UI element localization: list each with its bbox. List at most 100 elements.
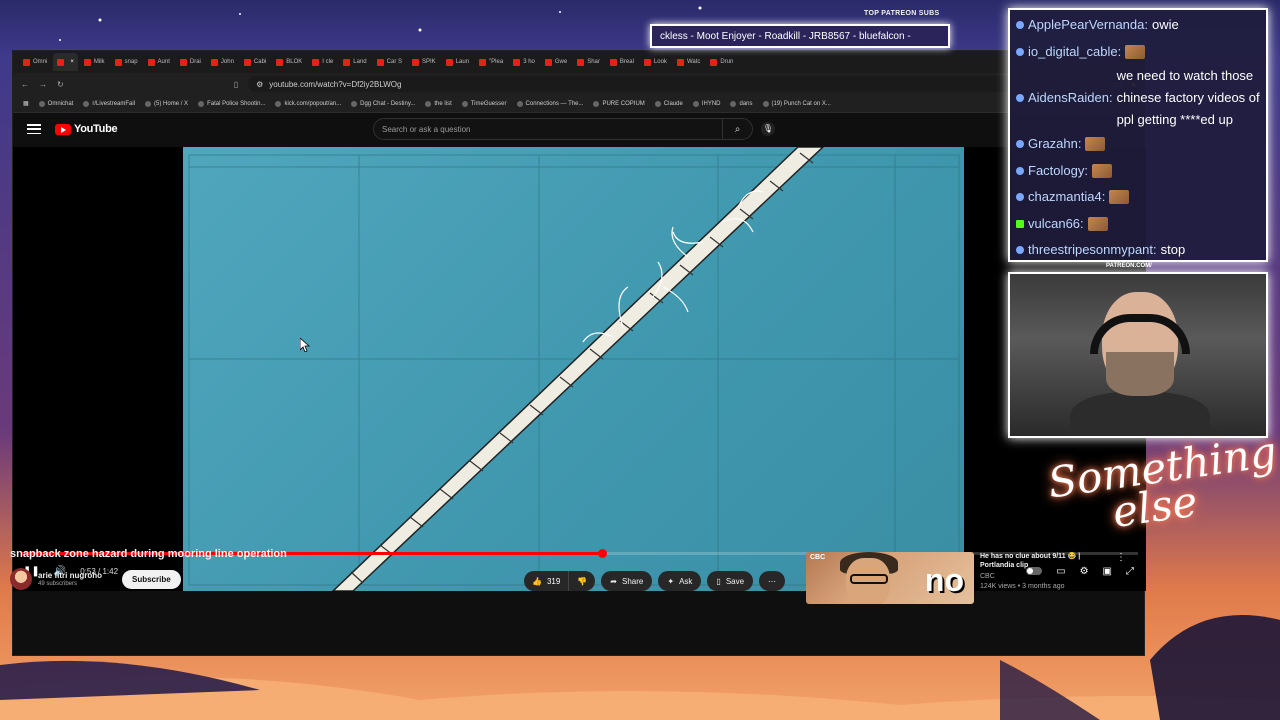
emote-icon [1091,163,1112,178]
youtube-logo[interactable]: YouTube [55,123,118,135]
bookmark-item[interactable]: IHYND [692,100,720,107]
site-info-icon[interactable]: ⚙ [256,80,263,89]
dislike-button[interactable]: 👎 [569,577,595,586]
bookmark-save-icon: ▯ [716,576,721,586]
browser-tab[interactable]: Gwe [541,53,571,71]
browser-tab[interactable]: Cabi [240,53,270,71]
browser-tab[interactable]: Milk [80,53,109,71]
bookmark-item[interactable]: Dgg Chat - Destiny... [351,100,415,107]
bookmark-label: r/LivestreamFail [92,100,136,107]
browser-tab[interactable]: Look [640,53,671,71]
tab-label: Gwe [554,59,568,65]
bookmark-item[interactable]: dans [730,100,753,107]
mic-icon[interactable]: 🎙 [761,122,775,136]
browser-tab[interactable]: × [53,53,78,71]
thumbs-up-icon: 👍 [532,576,542,586]
browser-tab[interactable]: "Plea [475,53,507,71]
recommended-video[interactable]: CBC no He has no clue about 9/11 😂 | Por… [806,552,1126,604]
browser-tab[interactable]: Aunt [144,53,174,71]
apps-icon[interactable]: ▦ [23,100,29,107]
browser-tab[interactable]: SPIK [408,53,440,71]
share-label: Share [622,576,644,586]
browser-tab[interactable]: Car S [373,53,406,71]
url-field[interactable]: ⚙ youtube.com/watch?v=Df2iy2BLWOg [248,76,1104,92]
tab-label: Laun [455,59,470,65]
tab-favicon-icon [676,58,684,66]
recommended-channel[interactable]: CBC [980,573,1110,580]
bookmark-item[interactable]: Omnichat [38,100,73,107]
bookmark-item[interactable]: Connections — The... [516,100,584,107]
chat-username: Factology: [1028,162,1088,178]
twitch-badge-icon [1016,47,1024,56]
browser-tab[interactable]: Land [339,53,370,71]
bookmark-item[interactable]: (5) Home / X [145,100,189,107]
back-icon[interactable]: ← [21,80,29,89]
bookmark-item[interactable]: the list [425,100,452,107]
bookmark-icon[interactable]: ▯ [234,80,238,89]
bookmark-item[interactable]: Claude [654,100,683,107]
tab-label: Watc [686,59,701,65]
fullscreen-icon[interactable]: ⤢ [1126,566,1134,577]
browser-tab[interactable]: Shar [573,53,604,71]
bookmark-item[interactable]: PURE COPIUM [593,100,645,107]
bookmark-item[interactable]: r/LivestreamFail [83,100,136,107]
forward-icon[interactable]: → [39,80,47,89]
tab-label: John [220,59,234,65]
browser-tab[interactable]: Drun [706,53,737,71]
bookmark-favicon-icon [38,100,45,107]
tab-favicon-icon [312,58,320,66]
reload-icon[interactable]: ↻ [57,80,64,89]
video-content [188,147,960,591]
close-tab-icon[interactable]: × [70,59,74,65]
bookmark-item[interactable]: kick.com/popout/an... [275,100,341,107]
ask-button[interactable]: ✦ Ask [658,571,702,591]
search-box[interactable]: Search or ask a question ⌕ [373,118,753,140]
save-button[interactable]: ▯ Save [707,571,754,591]
browser-tab[interactable]: Drai [176,53,205,71]
tab-favicon-icon [577,58,585,66]
browser-tab[interactable]: I cle [308,53,337,71]
recommended-title[interactable]: He has no clue about 9/11 😂 | Portlandia… [980,552,1110,570]
chat-overlay: ApplePearVernanda: owie io_digital_cable: A… [1008,8,1268,262]
browser-tab[interactable]: snap [111,53,142,71]
menu-icon[interactable] [27,124,41,134]
browser-tab[interactable]: Watc [673,53,704,71]
browser-tab[interactable]: BLOK [272,53,306,71]
kebab-menu-icon[interactable]: ⋮ [1116,552,1126,604]
like-button[interactable]: 👍 319 [524,571,570,591]
tab-favicon-icon [243,58,251,66]
subscriber-count: 49 subscribers [38,581,78,587]
tab-favicon-icon [445,58,453,66]
share-button[interactable]: ➦ Share [601,571,653,591]
bookmark-favicon-icon [692,100,699,107]
bookmark-item[interactable]: TimeGuesser [461,100,507,107]
bookmark-favicon-icon [83,100,90,107]
browser-tab[interactable]: John [207,53,238,71]
browser-tab[interactable]: Laun [442,53,473,71]
subscribe-button[interactable]: Subscribe [122,569,181,589]
bookmark-label: (5) Home / X [154,100,189,107]
more-actions-button[interactable]: ⋯ [759,571,786,591]
browser-tab[interactable]: Omni [19,53,51,71]
video-frame[interactable] [183,147,964,591]
emote-icon [1085,137,1106,152]
bookmark-label: Connections — The... [525,100,584,107]
search-input[interactable]: Search or ask a question [378,125,722,134]
search-icon[interactable]: ⌕ [722,119,752,139]
tab-favicon-icon [23,58,30,66]
tab-label: snap [124,59,138,65]
tab-label: "Plea [489,59,504,65]
bookmark-favicon-icon [516,100,523,107]
bookmark-label: dans [739,100,753,107]
bookmark-item[interactable]: Fatal Police Shootin... [198,100,265,107]
bookmark-item[interactable]: (19) Punch Cat on X... [762,100,831,107]
recommended-thumbnail[interactable]: CBC no [806,552,974,604]
browser-tab[interactable]: 3 ho [509,53,539,71]
browser-tab[interactable]: Breal [606,53,638,71]
channel-avatar[interactable] [10,568,32,590]
bookmark-label: PURE COPIUM [602,100,645,107]
channel-name[interactable]: arie fitri nugroho [38,571,102,580]
bookmark-favicon-icon [425,100,432,107]
twitch-badge-icon [1016,94,1024,102]
video-player[interactable]: ❚❚ 🔊 0:53 / 1:42 ▭ ⚙ ▣ ⤢ [13,147,1146,591]
